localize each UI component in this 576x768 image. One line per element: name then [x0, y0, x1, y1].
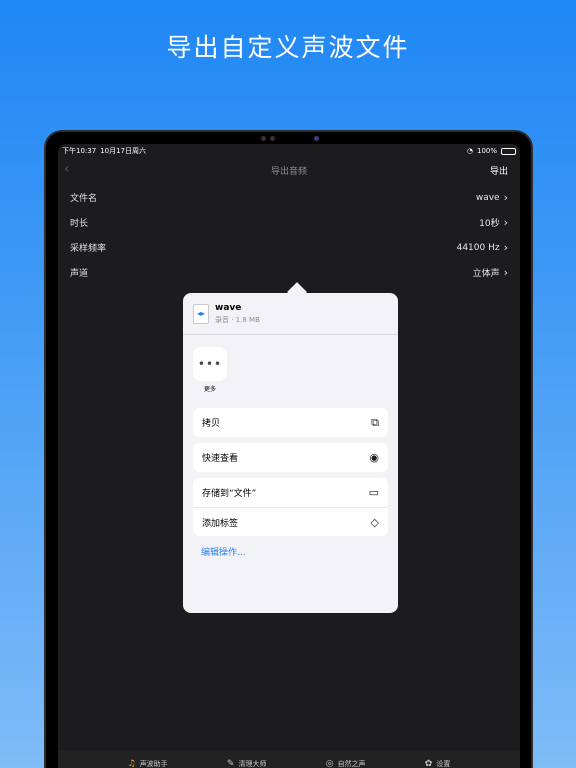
- share-file-name: wave: [215, 302, 242, 313]
- tab-label: 清理大师: [238, 760, 267, 768]
- action-group-files: 存储到“文件” ▭ 添加标签 ◇: [193, 478, 388, 536]
- action-group-quicklook: 快速查看 ◉: [193, 443, 388, 472]
- row-duration[interactable]: 时长 10秒 ›: [58, 210, 520, 235]
- gear-icon: ✿: [424, 759, 433, 768]
- sensor-dot: [261, 136, 266, 141]
- headphones-icon: ♫: [127, 759, 136, 768]
- tab-label: 设置: [436, 760, 451, 768]
- edit-actions-link[interactable]: 编辑操作...: [201, 545, 246, 558]
- tab-cleaner[interactable]: ✎ 清理大师: [227, 759, 267, 768]
- tab-bar: ♫ 声波助手 ✎ 清理大师 ◎ 自然之声 ✿ 设置: [58, 750, 520, 768]
- chevron-right-icon: ›: [503, 241, 508, 254]
- share-file-info: 录音 · 1.8 MB: [215, 315, 260, 324]
- share-file-header: ◂▸ wave 录音 · 1.8 MB: [183, 293, 398, 335]
- chevron-right-icon: ›: [503, 216, 508, 229]
- more-dots-icon[interactable]: •••: [193, 347, 227, 381]
- battery-icon: [501, 147, 516, 155]
- tag-icon: ◇: [370, 515, 379, 529]
- tablet-frame: 下午10:37 10月17日周六 ◔ 100% ‹ 导出音频 导出 文件名 wa…: [44, 130, 533, 768]
- broom-icon: ✎: [226, 759, 235, 768]
- copy-action[interactable]: 拷贝 ⧉: [193, 408, 388, 437]
- quicklook-label: 快速查看: [202, 454, 239, 464]
- copy-label: 拷贝: [202, 419, 221, 429]
- row-value: 10秒: [479, 219, 500, 229]
- app-screen: 下午10:37 10月17日周六 ◔ 100% ‹ 导出音频 导出 文件名 wa…: [58, 144, 520, 768]
- page-title: 导出音频: [270, 166, 307, 177]
- tab-settings[interactable]: ✿ 设置: [425, 759, 451, 768]
- folder-icon: ▭: [368, 486, 379, 499]
- row-channel[interactable]: 声道 立体声 ›: [58, 260, 520, 285]
- row-value: wave: [475, 192, 500, 203]
- quicklook-action[interactable]: 快速查看 ◉: [193, 443, 388, 472]
- eye-icon: ◉: [369, 451, 379, 464]
- save-to-files-label: 存储到“文件”: [202, 489, 257, 499]
- promo-headline: 导出自定义声波文件: [166, 33, 410, 62]
- add-tags-action[interactable]: 添加标签 ◇: [193, 507, 388, 536]
- row-label: 文件名: [70, 194, 98, 204]
- nav-bar: ‹ 导出音频 导出: [58, 158, 520, 182]
- copy-icon: ⧉: [371, 415, 379, 429]
- sensor-dot: [270, 136, 275, 141]
- tab-nature-sounds[interactable]: ◎ 自然之声: [326, 759, 366, 768]
- chevron-right-icon: ›: [503, 191, 508, 204]
- camera-icon: [314, 136, 319, 141]
- back-icon[interactable]: ‹: [64, 161, 70, 177]
- status-time: 下午10:37: [62, 147, 97, 155]
- add-tags-label: 添加标签: [202, 518, 239, 529]
- status-date: 10月17日周六: [100, 147, 147, 155]
- action-group-copy: 拷贝 ⧉: [193, 408, 388, 437]
- row-label: 采样频率: [70, 244, 107, 254]
- more-app[interactable]: ••• 更多: [193, 347, 227, 393]
- battery-percent: 100%: [476, 147, 497, 155]
- row-label: 声道: [70, 269, 89, 279]
- status-bar: 下午10:37 10月17日周六 ◔ 100%: [58, 144, 520, 158]
- wifi-icon: ◔: [466, 147, 473, 155]
- settings-list: 文件名 wave › 时长 10秒 › 采样频率 44100 Hz › 声道 立体声 ›: [58, 185, 520, 285]
- row-label: 时长: [70, 219, 89, 229]
- export-button[interactable]: 导出: [490, 164, 508, 177]
- tab-label: 声波助手: [139, 760, 168, 768]
- audio-file-icon: ◂▸: [193, 303, 209, 324]
- share-sheet: ◂▸ wave 录音 · 1.8 MB ••• 更多 拷贝 ⧉ 快速查看 ◉ 存…: [183, 293, 398, 613]
- row-value: 44100 Hz: [456, 242, 500, 253]
- row-filename[interactable]: 文件名 wave ›: [58, 185, 520, 210]
- more-label: 更多: [203, 386, 216, 393]
- save-to-files-action[interactable]: 存储到“文件” ▭: [193, 478, 388, 507]
- row-sample-rate[interactable]: 采样频率 44100 Hz ›: [58, 235, 520, 260]
- tab-label: 自然之声: [337, 760, 366, 768]
- music-icon: ◎: [325, 759, 334, 768]
- chevron-right-icon: ›: [503, 266, 508, 279]
- row-value: 立体声: [472, 269, 500, 279]
- tab-sound-assistant[interactable]: ♫ 声波助手: [128, 759, 168, 768]
